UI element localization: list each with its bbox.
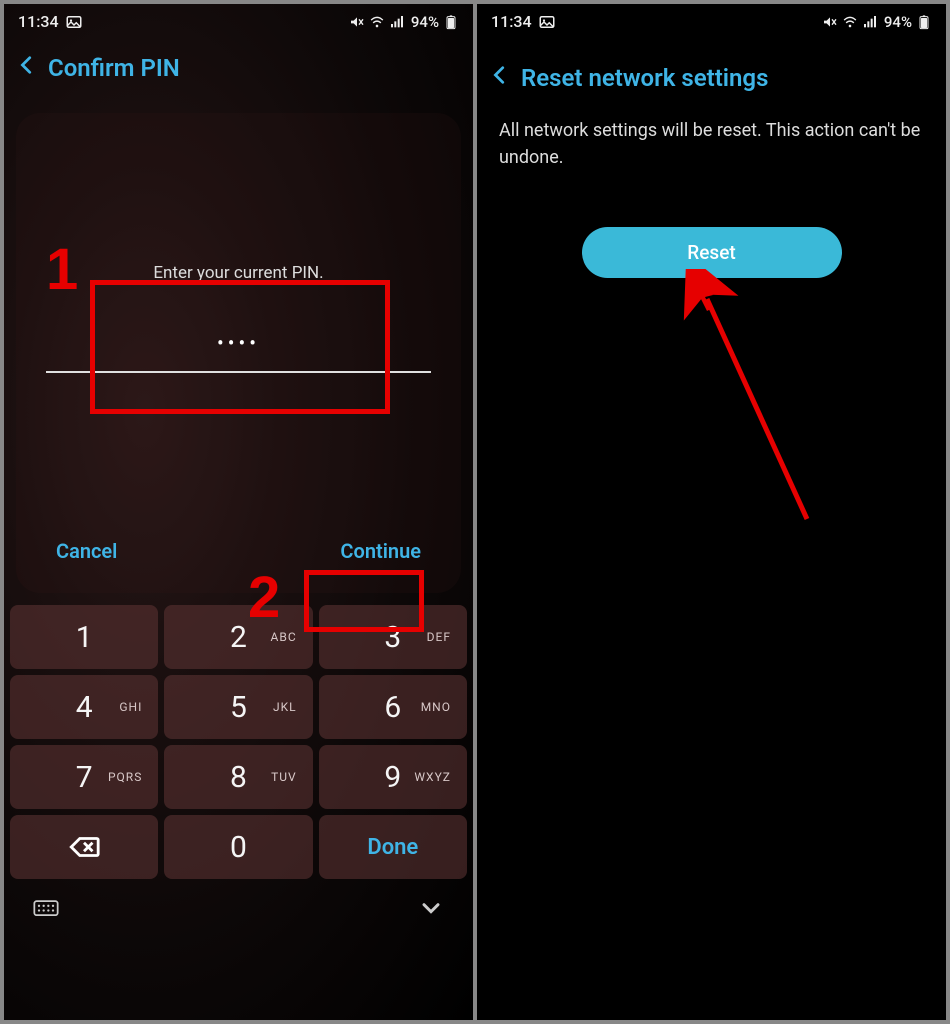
status-bar: 11:34 94% bbox=[4, 4, 473, 35]
key-backspace[interactable] bbox=[10, 815, 158, 879]
key-2[interactable]: 2ABC bbox=[164, 605, 312, 669]
battery-icon bbox=[916, 14, 932, 30]
back-icon[interactable] bbox=[489, 63, 511, 93]
page-header: Reset network settings bbox=[477, 35, 946, 111]
key-7[interactable]: 7PQRS bbox=[10, 745, 158, 809]
page-title: Reset network settings bbox=[521, 64, 768, 92]
pin-underline bbox=[46, 371, 431, 373]
back-icon[interactable] bbox=[16, 53, 38, 83]
key-done[interactable]: Done bbox=[319, 815, 467, 879]
collapse-keyboard-icon[interactable] bbox=[417, 893, 445, 925]
status-time: 11:34 bbox=[18, 12, 59, 31]
pin-input[interactable]: •••• bbox=[36, 331, 441, 355]
page-title: Confirm PIN bbox=[48, 54, 180, 82]
wifi-icon bbox=[842, 14, 858, 30]
key-5[interactable]: 5JKL bbox=[164, 675, 312, 739]
key-9[interactable]: 9WXYZ bbox=[319, 745, 467, 809]
status-time: 11:34 bbox=[491, 12, 532, 31]
annotation-arrow bbox=[677, 269, 837, 529]
phone-screenshot-left: 11:34 94% Confirm PIN Enter your current… bbox=[4, 4, 473, 1020]
key-3[interactable]: 3DEF bbox=[319, 605, 467, 669]
battery-icon bbox=[443, 14, 459, 30]
battery-percent: 94% bbox=[884, 13, 912, 31]
backspace-icon bbox=[67, 830, 101, 864]
key-4[interactable]: 4GHI bbox=[10, 675, 158, 739]
key-0[interactable]: 0 bbox=[164, 815, 312, 879]
cancel-button[interactable]: Cancel bbox=[56, 539, 117, 563]
gallery-icon bbox=[65, 13, 83, 31]
keyboard-bottom-bar bbox=[4, 885, 473, 931]
continue-button[interactable]: Continue bbox=[340, 539, 421, 563]
mute-icon bbox=[822, 14, 838, 30]
status-bar: 11:34 94% bbox=[477, 4, 946, 35]
key-1[interactable]: 1 bbox=[10, 605, 158, 669]
gallery-icon bbox=[538, 13, 556, 31]
signal-icon bbox=[862, 14, 878, 30]
wifi-icon bbox=[369, 14, 385, 30]
pin-prompt: Enter your current PIN. bbox=[36, 263, 441, 283]
numeric-keypad: 1 2ABC 3DEF 4GHI 5JKL 6MNO 7PQRS 8TUV 9W… bbox=[4, 599, 473, 885]
pin-entry-card: Enter your current PIN. •••• Cancel Cont… bbox=[16, 113, 461, 593]
phone-screenshot-right: 11:34 94% Reset network settings All net… bbox=[477, 4, 946, 1020]
reset-description: All network settings will be reset. This… bbox=[477, 111, 946, 177]
page-header: Confirm PIN bbox=[4, 35, 473, 101]
key-6[interactable]: 6MNO bbox=[319, 675, 467, 739]
mute-icon bbox=[349, 14, 365, 30]
keyboard-switch-icon[interactable] bbox=[32, 893, 60, 925]
battery-percent: 94% bbox=[411, 13, 439, 31]
signal-icon bbox=[389, 14, 405, 30]
reset-button[interactable]: Reset bbox=[582, 227, 842, 278]
key-8[interactable]: 8TUV bbox=[164, 745, 312, 809]
